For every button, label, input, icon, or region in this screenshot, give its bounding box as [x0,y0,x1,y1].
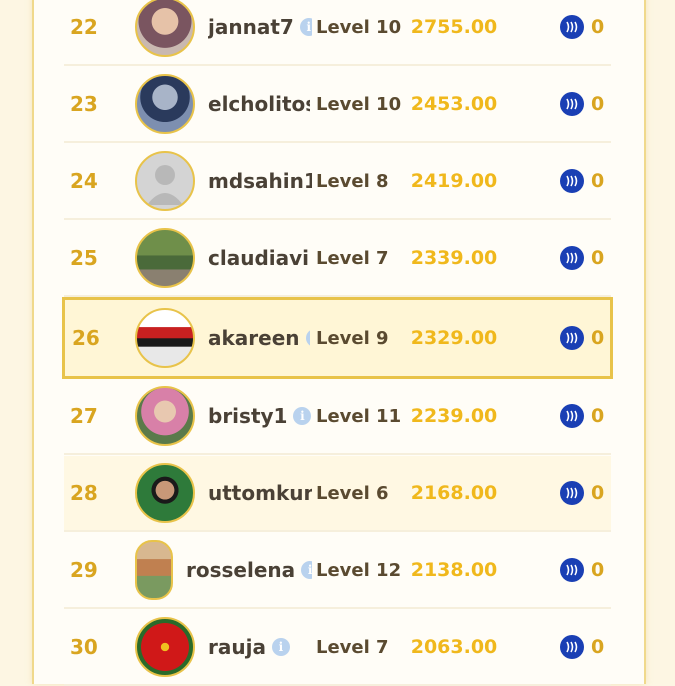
steem-reward: 0 [560,221,604,295]
table-row[interactable]: 29 rosselena i Level 12 2138.00 0 [64,533,611,609]
points-value: 2755.00 [410,16,498,38]
steem-reward: 0 [560,533,604,607]
username-link[interactable]: rauja i [208,610,312,684]
avatar[interactable] [135,617,195,677]
username: rauja [208,635,266,659]
rank-number: 25 [70,246,98,270]
steem-reward: 0 [560,379,604,453]
level-label: Level 12 [316,559,402,581]
points-value: 2138.00 [410,559,498,581]
steem-reward: 0 [560,67,604,141]
username: mdsahin1 [208,169,312,193]
table-row[interactable]: 22 jannat7 i Level 10 2755.00 0 [64,0,611,66]
avatar[interactable] [135,308,195,368]
level-label: Level 7 [316,247,389,269]
rank-number: 28 [70,481,98,505]
username-link[interactable]: bristy1 i [208,379,312,453]
steem-icon [560,481,584,505]
info-icon[interactable]: i [293,407,312,425]
table-row[interactable]: 28 uttomkun Level 6 2168.00 0 [64,456,611,532]
points-value: 2168.00 [410,482,498,504]
points-value: 2339.00 [410,247,498,269]
table-row[interactable]: 27 bristy1 i Level 11 2239.00 0 [64,379,611,455]
steem-amount: 0 [591,405,605,427]
steem-amount: 0 [591,247,605,269]
default-user-icon [147,165,183,205]
level-label: Level 9 [316,327,389,349]
steem-amount: 0 [591,636,605,658]
avatar[interactable] [135,228,195,288]
info-icon[interactable]: i [299,18,312,36]
steem-icon [560,92,584,116]
username: bristy1 [208,404,288,428]
username-link[interactable]: mdsahin1 [208,144,312,218]
steem-amount: 0 [591,482,605,504]
avatar[interactable] [135,74,195,134]
rank-number: 23 [70,92,98,116]
username: rosselena [186,558,296,582]
steem-reward: 0 [560,456,604,530]
rank-number: 24 [70,169,98,193]
level-label: Level 8 [316,170,389,192]
username: elcholitos [208,92,310,116]
info-icon[interactable]: i [271,638,290,656]
level-label: Level 7 [316,636,389,658]
username-link[interactable]: elcholitos [208,67,310,141]
info-icon[interactable]: i [305,329,310,347]
steem-amount: 0 [591,327,605,349]
points-value: 2239.00 [410,405,498,427]
steem-amount: 0 [591,559,605,581]
username-link[interactable]: rosselena i [186,533,312,607]
rank-number: 30 [70,635,98,659]
rank-number: 22 [70,15,98,39]
avatar[interactable] [135,540,173,600]
steem-icon [560,404,584,428]
steem-reward: 0 [560,300,604,376]
table-row[interactable]: 30 rauja i Level 7 2063.00 0 [64,610,611,686]
table-row[interactable]: 24 mdsahin1 Level 8 2419.00 0 [64,144,611,220]
points-value: 2453.00 [410,93,498,115]
table-row-current-user[interactable]: 26 akareen i Level 9 2329.00 0 [62,297,613,379]
steem-icon [560,558,584,582]
steem-amount: 0 [591,16,605,38]
steem-icon [560,246,584,270]
steem-reward: 0 [560,0,604,64]
points-value: 2419.00 [410,170,498,192]
username-link[interactable]: claudiavi [208,221,310,295]
username: jannat7 [208,15,294,39]
steem-icon [560,326,584,350]
table-row[interactable]: 23 elcholitos Level 10 2453.00 0 [64,67,611,143]
level-label: Level 6 [316,482,389,504]
rank-number: 29 [70,558,98,582]
steem-reward: 0 [560,144,604,218]
avatar[interactable] [135,386,195,446]
username: uttomkun [208,481,312,505]
points-value: 2063.00 [410,636,498,658]
level-label: Level 10 [316,16,402,38]
info-icon[interactable]: i [301,561,312,579]
username-link[interactable]: akareen i [208,300,310,376]
points-value: 2329.00 [410,327,498,349]
avatar-placeholder[interactable] [135,151,195,211]
rank-number: 27 [70,404,98,428]
username-link[interactable]: jannat7 i [208,0,312,64]
rank-number: 26 [72,326,100,350]
steem-icon [560,169,584,193]
username: claudiavi [208,246,310,270]
level-label: Level 10 [316,93,402,115]
steem-icon [560,635,584,659]
steem-amount: 0 [591,93,605,115]
steem-icon [560,15,584,39]
steem-reward: 0 [560,610,604,684]
level-label: Level 11 [316,405,402,427]
avatar[interactable] [135,0,195,57]
avatar[interactable] [135,463,195,523]
username-link[interactable]: uttomkun [208,456,312,530]
steem-amount: 0 [591,170,605,192]
table-row[interactable]: 25 claudiavi Level 7 2339.00 0 [64,221,611,297]
username: akareen [208,326,300,350]
